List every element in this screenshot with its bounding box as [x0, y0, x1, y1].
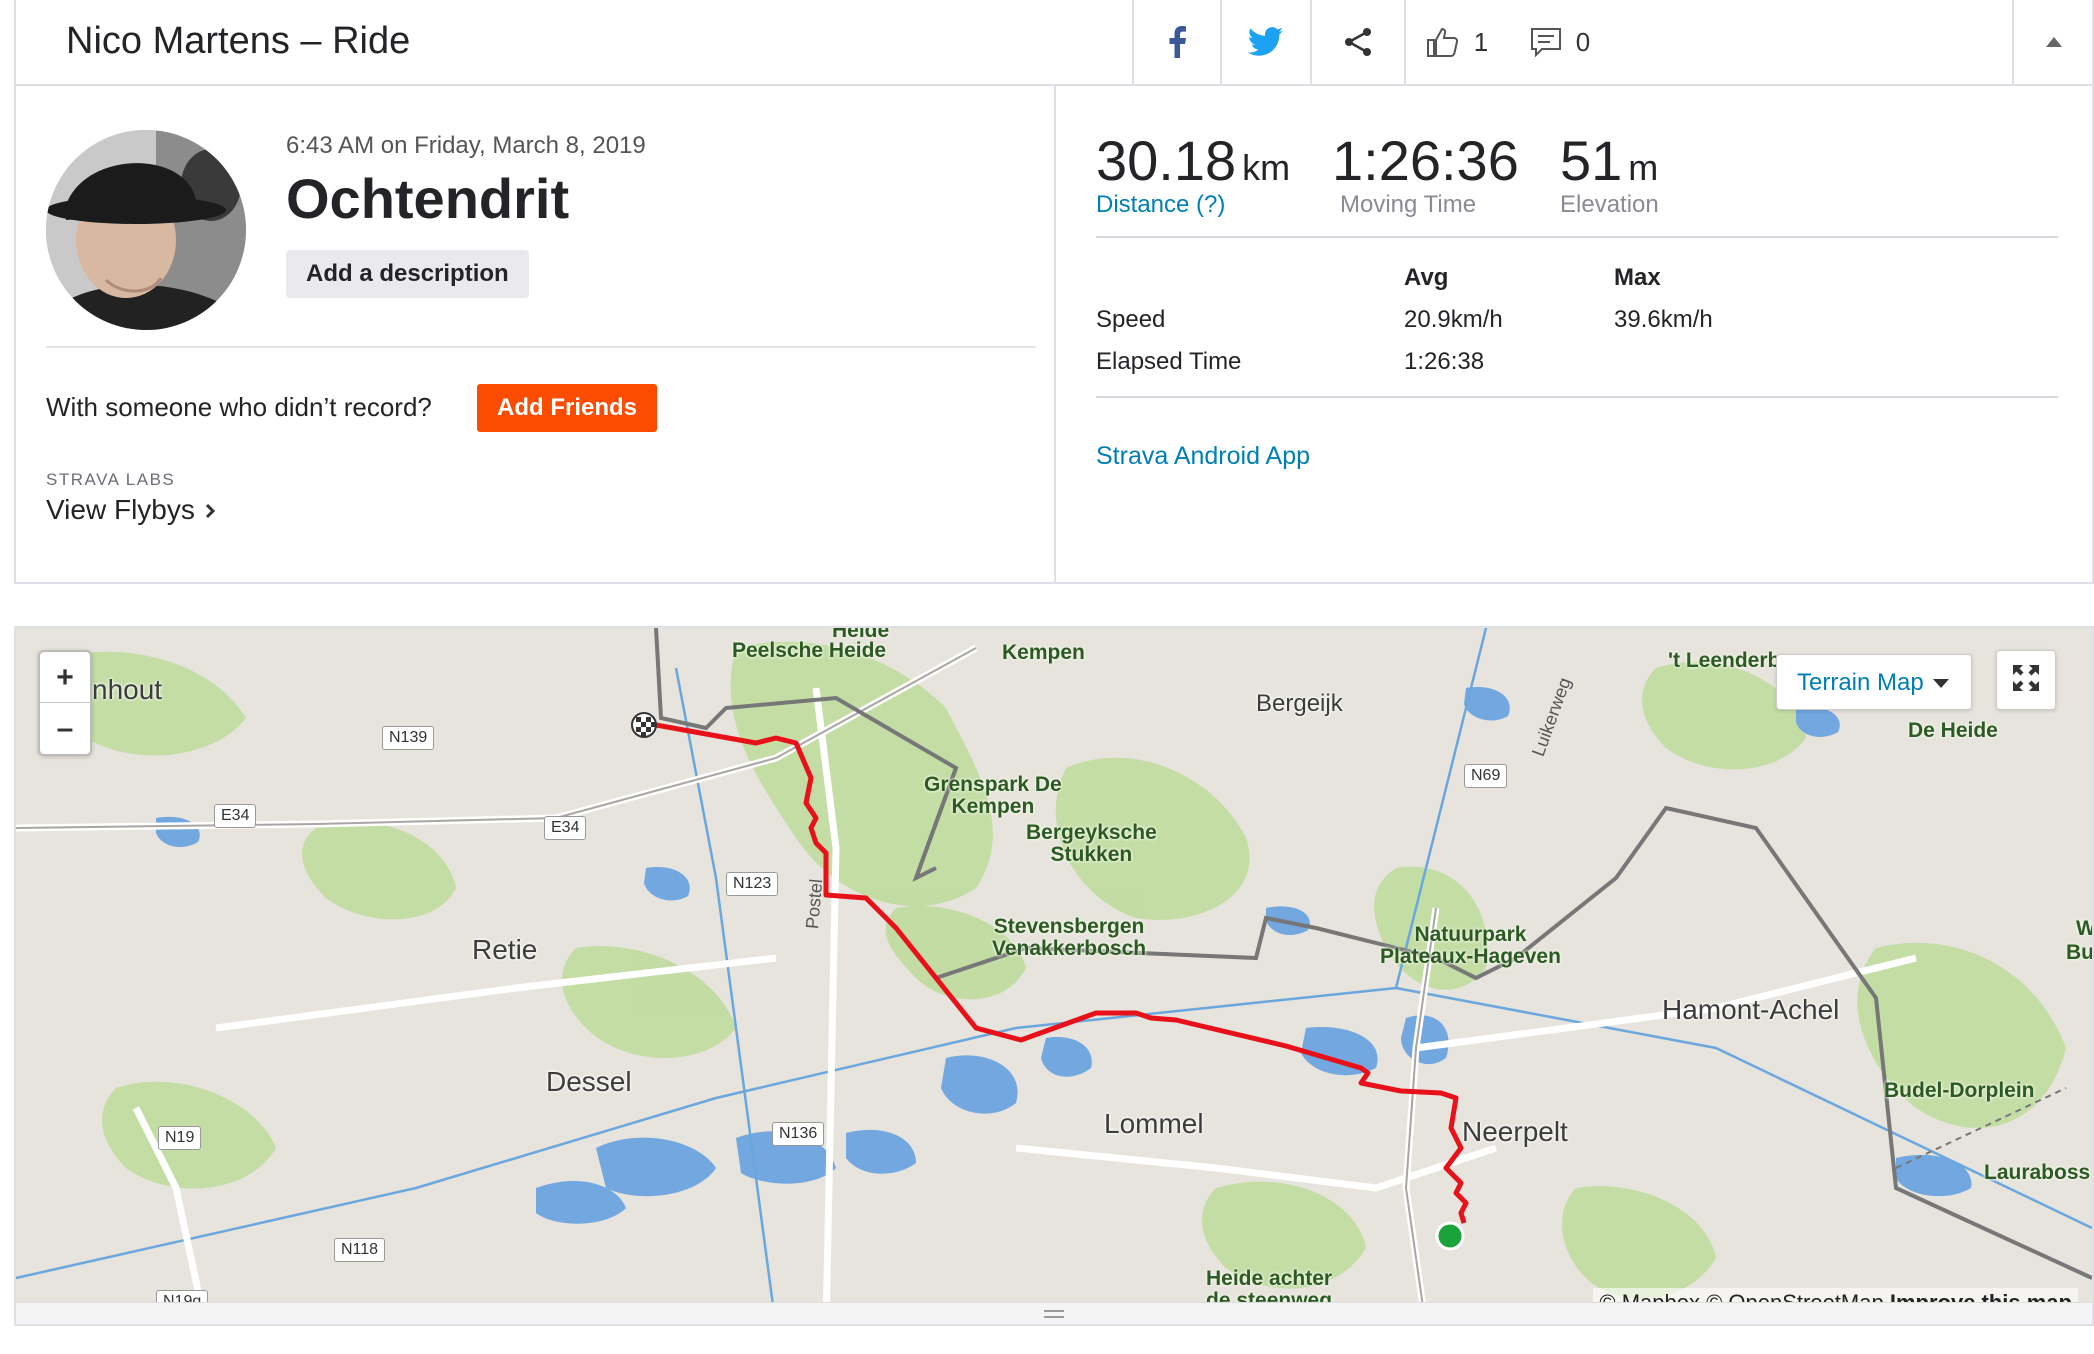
map-label-park: Budel-Dorplein	[1884, 1079, 2035, 1102]
fullscreen-icon	[2011, 663, 2041, 698]
comment-icon	[1530, 27, 1562, 57]
collapse-button[interactable]	[2012, 0, 2094, 84]
distance-label[interactable]: Distance (?)	[1096, 191, 1290, 219]
share-button[interactable]	[1310, 0, 1404, 84]
max-header: Max	[1614, 264, 1661, 291]
add-friends-button[interactable]: Add Friends	[477, 384, 658, 432]
twitter-icon	[1248, 27, 1284, 57]
chevron-right-icon	[205, 494, 215, 526]
share-icon	[1343, 27, 1373, 57]
zoom-control: + –	[38, 650, 92, 756]
map-label-town: Retie	[472, 934, 538, 965]
twitter-share-button[interactable]	[1220, 0, 1310, 84]
map-label-park: De Heide	[1908, 719, 1998, 742]
stat-distance: 30.18 km Distance (?)	[1096, 128, 1290, 219]
road-shield: N123	[726, 872, 779, 896]
map-terrain	[16, 628, 2092, 1324]
route-map[interactable]: nhout Bergeijk Retie Dessel Lommel Neerp…	[14, 626, 2094, 1326]
elevation-label: Elevation	[1560, 191, 1659, 218]
road-shield: E34	[544, 816, 587, 840]
divider	[1096, 396, 2058, 398]
map-resize-handle[interactable]	[16, 1302, 2092, 1324]
activity-summary: 6:43 AM on Friday, March 8, 2019 Ochtend…	[14, 84, 2094, 584]
map-label-park: Grenspark De Kempen	[924, 773, 1062, 818]
stat-elevation: 51 m Elevation	[1560, 128, 1659, 219]
map-label-park: Lauraboss	[1984, 1161, 2091, 1184]
elapsed-time-label: Elapsed Time	[1096, 348, 1242, 375]
map-label-park: Natuurpark Plateaux-Hageven	[1380, 923, 1561, 968]
stat-moving-time: 1:26:36 Moving Time	[1332, 128, 1519, 219]
activity-stats: 30.18 km Distance (?) 1:26:36 Moving Time…	[1056, 86, 2092, 582]
activity-details: 6:43 AM on Friday, March 8, 2019 Ochtend…	[16, 86, 1056, 582]
divider	[46, 346, 1036, 348]
speed-label: Speed	[1096, 306, 1166, 333]
facebook-share-button[interactable]	[1132, 0, 1220, 84]
divider	[1096, 236, 2058, 238]
kudos-count: 1	[1473, 26, 1489, 57]
road-shield: N136	[772, 1122, 825, 1146]
elapsed-time-avg: 1:26:38	[1404, 348, 1485, 375]
thumbs-up-icon	[1426, 26, 1460, 58]
speed-avg: 20.9km/h	[1404, 306, 1503, 333]
zoom-in-button[interactable]: +	[40, 652, 90, 703]
comment-count: 0	[1575, 26, 1591, 57]
elevation-value: 51	[1560, 129, 1623, 192]
distance-value: 30.18	[1096, 129, 1237, 192]
map-label-town: Dessel	[546, 1066, 632, 1097]
moving-time-label: Moving Time	[1340, 191, 1477, 218]
view-flybys-link[interactable]: View Flybys	[46, 494, 215, 526]
grip-icon	[1044, 1309, 1064, 1318]
distance-unit: km	[1242, 147, 1291, 188]
map-label-park: Bu	[2066, 941, 2094, 964]
map-label-park: W	[2076, 917, 2094, 940]
activity-date: 6:43 AM on Friday, March 8, 2019	[286, 132, 646, 159]
map-label-town: nhout	[92, 674, 163, 705]
strava-labs-label: STRAVA LABS	[46, 470, 176, 489]
map-type-dropdown[interactable]: Terrain Map	[1776, 654, 1972, 710]
avatar[interactable]	[46, 130, 246, 330]
map-label-town: Bergeijk	[1256, 690, 1343, 717]
moving-time-value: 1:26:36	[1332, 129, 1519, 192]
add-description-button[interactable]: Add a description	[286, 250, 529, 298]
caret-up-icon	[2046, 37, 2062, 47]
activity-name[interactable]: Ochtendrit	[286, 166, 569, 231]
activity-header: Nico Martens – Ride 1 0	[14, 0, 2094, 86]
caret-down-icon	[1933, 679, 1949, 688]
flybys-label: View Flybys	[46, 494, 195, 525]
comments-button[interactable]: 0	[1508, 0, 1612, 84]
device-link[interactable]: Strava Android App	[1096, 442, 1310, 471]
map-label-town: Neerpelt	[1462, 1116, 1568, 1147]
avg-header: Avg	[1404, 264, 1449, 291]
map-label-park: Kempen	[1002, 641, 1085, 664]
road-shield: N19	[158, 1126, 202, 1150]
map-label-park: Peelsche Heide	[732, 639, 887, 662]
with-someone-text: With someone who didn’t record?	[46, 392, 432, 422]
map-type-label: Terrain Map	[1797, 669, 1924, 696]
kudos-button[interactable]: 1	[1404, 0, 1508, 84]
road-shield: N139	[382, 726, 435, 750]
map-label-park: Stevensbergen Venakkerbosch	[992, 915, 1147, 960]
map-label-town: Hamont-Achel	[1662, 994, 1840, 1025]
map-label-park: Bergeyksche Stukken	[1026, 821, 1157, 866]
facebook-icon	[1168, 26, 1186, 58]
road-shield: N69	[1464, 764, 1508, 788]
fullscreen-button[interactable]	[1996, 650, 2056, 710]
page-title: Nico Martens – Ride	[66, 20, 411, 62]
zoom-out-button[interactable]: –	[40, 703, 90, 754]
elevation-unit: m	[1628, 147, 1659, 188]
map-label-park: 't Leenderb	[1668, 649, 1781, 672]
map-label-town: Lommel	[1104, 1108, 1204, 1139]
map-label-street: Postel	[802, 878, 827, 930]
road-shield: E34	[214, 804, 257, 828]
speed-max: 39.6km/h	[1614, 306, 1713, 333]
road-shield: N118	[334, 1238, 386, 1262]
